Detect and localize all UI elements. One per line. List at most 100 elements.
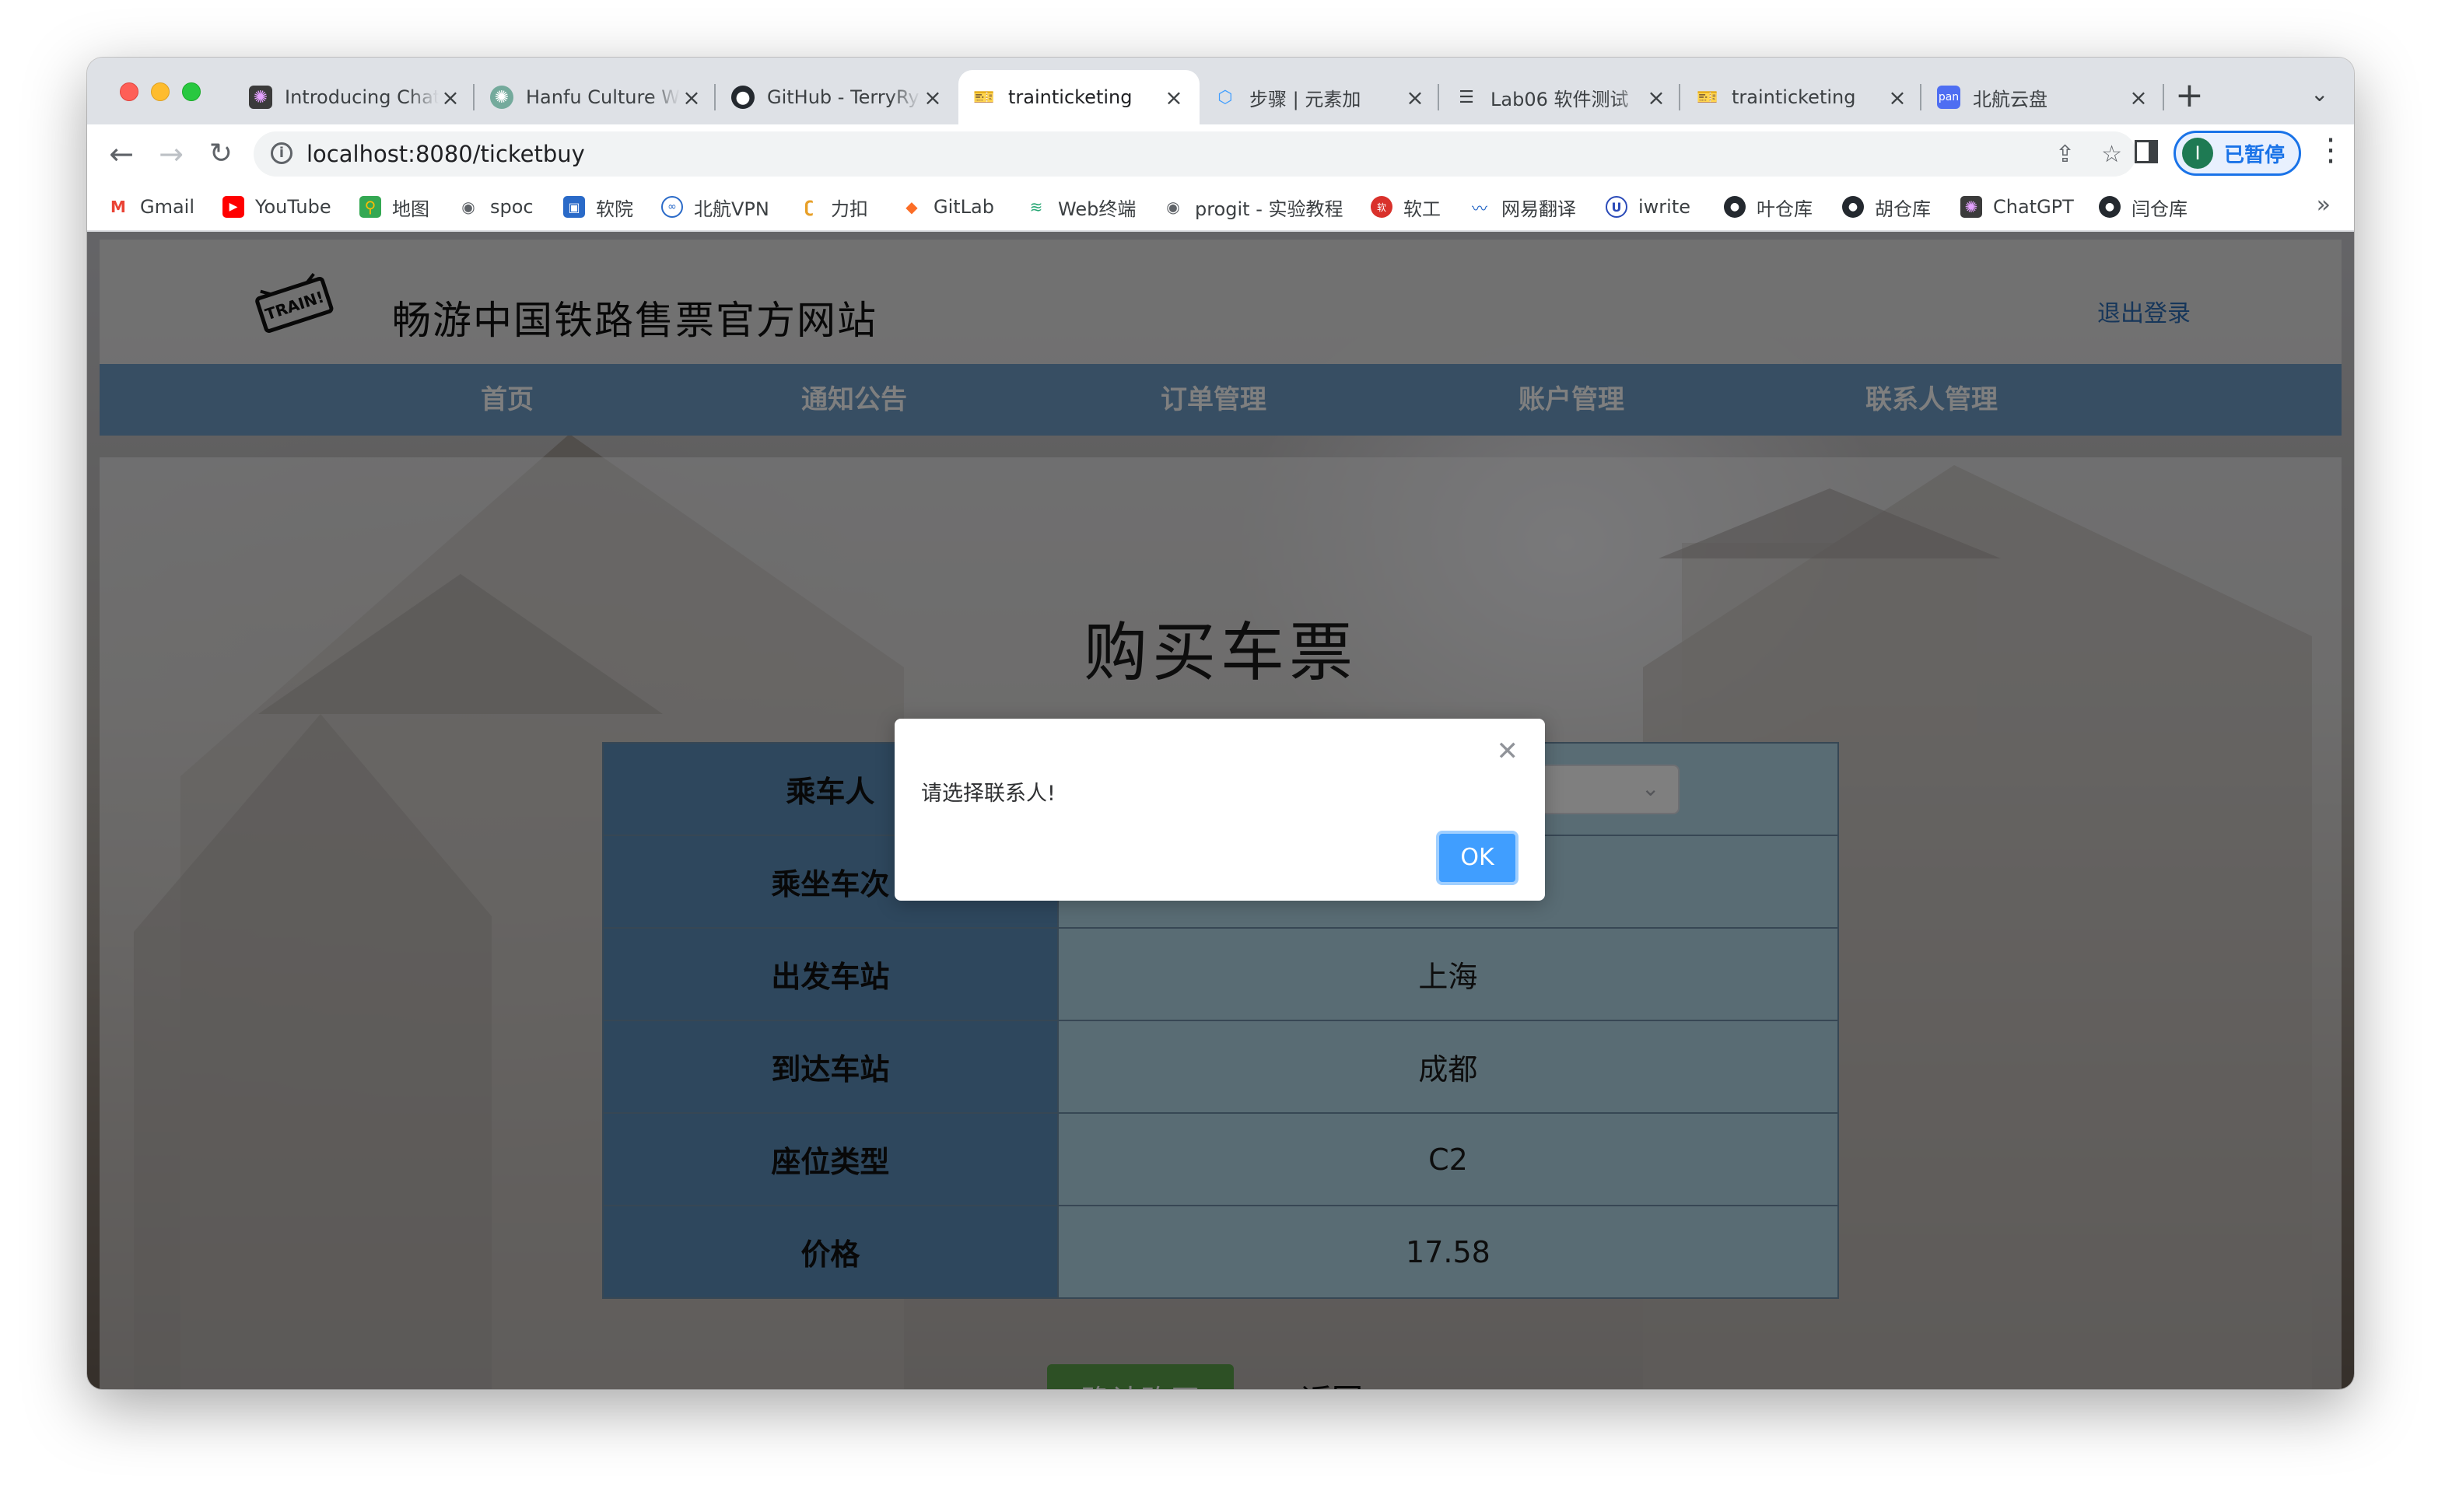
bookmark-label: 软院: [596, 198, 633, 220]
chatgpt-icon: ✺: [490, 86, 513, 109]
tab-strip: ✺ Introducing ChatGPT × ✺ Hanfu Culture …: [87, 58, 2354, 124]
tab-title: 北航云盘: [1973, 88, 2047, 110]
bookmark-spoc[interactable]: ◉ spoc: [457, 184, 534, 230]
youtube-icon: ▶: [222, 196, 244, 218]
globe-icon: ◉: [1166, 198, 1180, 216]
bookmark-leetcode[interactable]: ʗ 力扣: [798, 184, 868, 230]
ticket-icon: 🎫: [1697, 87, 1718, 107]
tab-title: Lab06 软件测试: [1490, 88, 1629, 110]
tab-title: Hanfu Culture Website: [526, 86, 680, 108]
pan-icon: pan: [1937, 86, 1960, 109]
bookmark-gmail[interactable]: M Gmail: [107, 184, 194, 230]
bookmark-label: 北航VPN: [694, 198, 769, 220]
browser-menu-icon[interactable]: ⋮: [2315, 132, 2346, 168]
tab-element-plus[interactable]: ⬡ 步骤 | 元素加 ×: [1200, 70, 1441, 124]
forward-arrow-icon[interactable]: →: [151, 134, 191, 174]
back-arrow-icon[interactable]: ←: [101, 134, 142, 174]
tab-hanfu-culture[interactable]: ✺ Hanfu Culture Website ×: [476, 70, 717, 124]
close-icon[interactable]: ×: [1645, 85, 1668, 110]
bookmark-label: 叶仓库: [1757, 198, 1813, 220]
iwrite-icon: U: [1606, 196, 1627, 218]
close-icon[interactable]: ×: [921, 85, 944, 110]
gmail-icon: M: [110, 198, 126, 216]
maps-icon: ⚲: [359, 196, 381, 218]
bookmark-hu-repo[interactable]: ● 胡仓库: [1842, 184, 1931, 230]
alert-message: 请选择联系人!: [921, 782, 1056, 806]
openai-icon: ✺: [249, 86, 272, 109]
tab-beihang-pan[interactable]: pan 北航云盘 ×: [1923, 70, 2164, 124]
openai-icon: ✺: [1960, 196, 1982, 218]
new-tab-button[interactable]: +: [2175, 76, 2204, 115]
close-icon[interactable]: ×: [1403, 85, 1427, 110]
close-icon[interactable]: ×: [680, 85, 703, 110]
bookmark-label: 地图: [392, 198, 429, 220]
translate-icon: 〰: [1472, 198, 1487, 218]
tab-search-icon[interactable]: ⌄: [2310, 81, 2328, 107]
tab-introducing-chatgpt[interactable]: ✺ Introducing ChatGPT ×: [235, 70, 476, 124]
share-icon[interactable]: ⇪: [2055, 141, 2075, 168]
avatar: I: [2182, 138, 2213, 169]
minimize-window-button[interactable]: [151, 82, 170, 101]
bookmark-progit[interactable]: ◉ progit - 实验教程: [1162, 184, 1343, 230]
doc-icon: ☰: [1459, 87, 1474, 107]
bookmark-label: 网易翻译: [1501, 198, 1576, 220]
globe-icon: ◉: [461, 198, 475, 216]
tab-title: 步骤 | 元素加: [1249, 88, 1361, 110]
bookmark-yan-repo[interactable]: ● 闫仓库: [2099, 184, 2188, 230]
bookmark-chatgpt[interactable]: ✺ ChatGPT: [1960, 184, 2074, 230]
school-icon: ▣: [563, 196, 585, 218]
tab-title: Introducing ChatGPT: [285, 86, 439, 108]
element-plus-icon: ⬡: [1217, 87, 1233, 107]
bookmark-star-icon[interactable]: ☆: [2101, 141, 2122, 168]
bookmark-label: 力扣: [831, 198, 868, 220]
bookmark-label: 胡仓库: [1875, 198, 1931, 220]
close-icon[interactable]: ✕: [1497, 736, 1519, 767]
tab-title: trainticketing: [1008, 86, 1133, 108]
url-text[interactable]: localhost:8080/ticketbuy: [306, 131, 585, 177]
github-icon: ●: [731, 86, 755, 109]
github-icon: ●: [1724, 196, 1746, 218]
bookmark-label: Web终端: [1058, 198, 1137, 220]
reload-icon[interactable]: ↻: [201, 134, 241, 174]
close-icon[interactable]: ×: [2127, 85, 2150, 110]
tab-trainticketing-active[interactable]: 🎫 trainticketing ×: [958, 70, 1200, 124]
bookmark-web-terminal[interactable]: ≋ Web终端: [1025, 184, 1137, 230]
bookmark-youdao[interactable]: 〰网易翻译: [1469, 184, 1576, 230]
bookmark-youtube[interactable]: ▶ YouTube: [222, 184, 331, 230]
bookmark-label: spoc: [490, 196, 534, 218]
tab-trainticketing-2[interactable]: 🎫 trainticketing ×: [1682, 70, 1923, 124]
close-window-button[interactable]: [120, 82, 138, 101]
bookmark-maps[interactable]: ⚲ 地图: [359, 184, 429, 230]
close-icon[interactable]: ×: [1162, 85, 1186, 110]
address-bar[interactable]: i localhost:8080/ticketbuy ⇪ ☆: [254, 131, 2136, 177]
tab-lab06[interactable]: ☰ Lab06 软件测试 ×: [1441, 70, 1682, 124]
bookmarks-bar: M Gmail ▶ YouTube ⚲ 地图 ◉ spoc ▣ 软院 ∞ 北航VPN ʗ 力扣…: [87, 184, 2354, 232]
close-icon[interactable]: ×: [439, 85, 462, 110]
more-bookmarks-icon[interactable]: »: [2317, 191, 2331, 219]
bookmark-label: 闫仓库: [2131, 198, 2188, 220]
bookmark-ruanyuan[interactable]: ▣ 软院: [563, 184, 633, 230]
bookmark-label: GitLab: [934, 196, 994, 218]
tab-title: GitHub - TerryRyan: [767, 86, 921, 108]
leetcode-icon: ʗ: [804, 198, 814, 216]
bookmark-label: 软工: [1403, 198, 1441, 220]
tab-title: trainticketing: [1732, 86, 1856, 108]
browser-toolbar: ← → ↻ i localhost:8080/ticketbuy ⇪ ☆ I 已…: [87, 124, 2354, 184]
site-info-icon[interactable]: i: [271, 142, 292, 164]
bookmark-gitlab[interactable]: ◆ GitLab: [901, 184, 994, 230]
bookmark-label: Gmail: [140, 196, 195, 218]
close-icon[interactable]: ×: [1886, 85, 1909, 110]
bookmark-ye-repo[interactable]: ● 叶仓库: [1724, 184, 1813, 230]
maximize-window-button[interactable]: [182, 82, 201, 101]
bookmark-iwrite[interactable]: Uiwrite: [1606, 184, 1690, 230]
profile-button[interactable]: I 已暂停: [2174, 131, 2301, 176]
terminal-icon: ≋: [1029, 198, 1043, 216]
bookmark-label: progit - 实验教程: [1195, 198, 1343, 220]
ok-button[interactable]: OK: [1436, 831, 1518, 885]
browser-window: ✺ Introducing ChatGPT × ✺ Hanfu Culture …: [87, 58, 2354, 1389]
tab-github[interactable]: ● GitHub - TerryRyan ×: [717, 70, 958, 124]
profile-status-label: 已暂停: [2224, 143, 2286, 167]
side-panel-icon[interactable]: [2135, 140, 2158, 163]
bookmark-ruangong[interactable]: 软软工: [1371, 184, 1441, 230]
bookmark-vpn[interactable]: ∞ 北航VPN: [661, 184, 769, 230]
